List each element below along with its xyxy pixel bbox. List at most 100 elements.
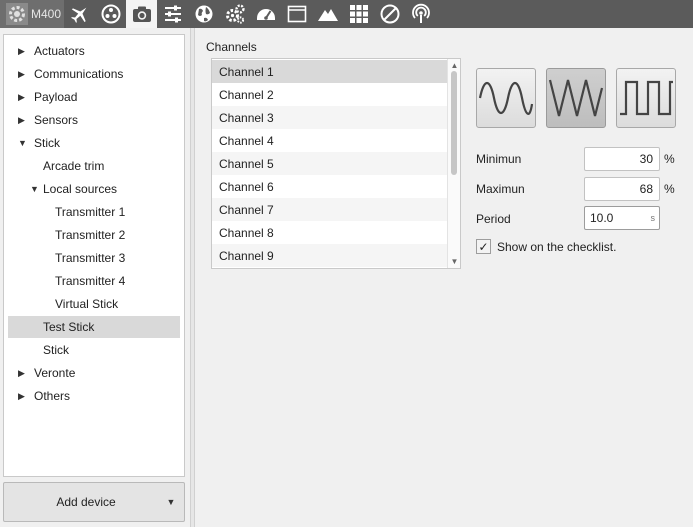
- globe-icon: [195, 5, 212, 23]
- collapse-arrow-icon[interactable]: ▼: [18, 138, 30, 148]
- scroll-up-icon[interactable]: ▲: [448, 61, 460, 70]
- add-device-button[interactable]: Add device ▼: [3, 482, 185, 522]
- triangle-wave-button[interactable]: [546, 68, 606, 128]
- gauge-icon: [256, 9, 275, 20]
- show-on-checklist-checkbox[interactable]: ✓: [476, 239, 491, 254]
- tree-item-transmitter-2[interactable]: Transmitter 2: [8, 224, 180, 246]
- square-wave-icon: [620, 80, 673, 116]
- tree-item-label: Virtual Stick: [55, 297, 119, 311]
- tree-item-virtual-stick[interactable]: Virtual Stick: [8, 293, 180, 315]
- minimum-label: Minimun: [476, 152, 522, 166]
- channel-row[interactable]: Channel 6: [212, 175, 448, 198]
- camera-icon: [132, 6, 151, 22]
- tree-item-label: Actuators: [34, 44, 85, 58]
- tree-item-local-sources[interactable]: ▼ Local sources: [8, 178, 180, 200]
- period-unit: s: [650, 213, 656, 223]
- tree-item-test-stick[interactable]: Test Stick: [8, 316, 180, 338]
- channel-row[interactable]: Channel 7: [212, 198, 448, 221]
- tree-item-label: Payload: [34, 90, 78, 104]
- period-value: 10.0: [590, 211, 614, 225]
- period-input[interactable]: 10.0 s: [584, 206, 660, 230]
- device-selector[interactable]: M400: [0, 0, 64, 28]
- minimum-unit: %: [664, 152, 675, 166]
- tree-item-label: Sensors: [34, 113, 79, 127]
- period-label: Period: [476, 212, 511, 226]
- tree-item-stick-child[interactable]: Stick: [8, 339, 180, 361]
- minimum-input[interactable]: 30: [584, 147, 660, 171]
- channel-row[interactable]: Channel 9: [212, 244, 448, 267]
- tree-item-veronte[interactable]: ▶ Veronte: [8, 362, 180, 384]
- channels-scrollbar[interactable]: ▲ ▼: [447, 59, 460, 268]
- square-wave-button[interactable]: [616, 68, 676, 128]
- gears-icon: [225, 4, 245, 24]
- device-gear-icon: [6, 3, 28, 25]
- toolbar-sliders-button[interactable]: [157, 0, 188, 28]
- expand-arrow-icon[interactable]: ▶: [18, 69, 30, 80]
- toolbar-mountain-button[interactable]: [312, 0, 343, 28]
- tree-item-label: Transmitter 4: [55, 274, 126, 288]
- tree-item-arcade-trim[interactable]: Arcade trim: [8, 155, 180, 177]
- grid-icon: [349, 5, 368, 23]
- tree-item-label: Test Stick: [43, 320, 95, 334]
- expand-arrow-icon[interactable]: ▶: [18, 115, 30, 126]
- tree-item-label: Others: [34, 389, 71, 403]
- channel-row[interactable]: Channel 4: [212, 129, 448, 152]
- sine-wave-icon: [478, 81, 534, 115]
- tree-item-stick[interactable]: ▼ Stick: [8, 132, 180, 154]
- expand-arrow-icon[interactable]: ▶: [18, 92, 30, 103]
- top-toolbar: M400: [0, 0, 693, 28]
- channel-row[interactable]: Channel 2: [212, 83, 448, 106]
- toolbar-gauge-button[interactable]: [250, 0, 281, 28]
- maximum-label: Maximun: [476, 182, 525, 196]
- panel-splitter[interactable]: [190, 28, 195, 527]
- tree-item-communications[interactable]: ▶ Communications: [8, 63, 180, 85]
- collapse-arrow-icon[interactable]: ▼: [30, 184, 42, 194]
- toolbar-forbidden-button[interactable]: [374, 0, 405, 28]
- channels-list: Channel 1 Channel 2 Channel 3 Channel 4 …: [211, 58, 461, 269]
- expand-arrow-icon[interactable]: ▶: [18, 46, 30, 57]
- toolbar-plane-button[interactable]: [64, 0, 95, 28]
- tree-item-label: Transmitter 2: [55, 228, 126, 242]
- maximum-unit: %: [664, 182, 675, 196]
- tree-item-actuators[interactable]: ▶ Actuators: [8, 40, 180, 62]
- toolbar-joystick-button[interactable]: [95, 0, 126, 28]
- scrollbar-thumb[interactable]: [451, 71, 457, 175]
- expand-arrow-icon[interactable]: ▶: [18, 368, 30, 379]
- add-device-label: Add device: [56, 495, 116, 509]
- tree-item-transmitter-1[interactable]: Transmitter 1: [8, 201, 180, 223]
- channel-row[interactable]: Channel 1: [212, 60, 448, 83]
- device-name: M400: [31, 7, 62, 21]
- maximum-input[interactable]: 68: [584, 177, 660, 201]
- signal-icon: [411, 3, 430, 23]
- joystick-icon: [101, 4, 120, 24]
- tree-item-label: Transmitter 3: [55, 251, 126, 265]
- toolbar-camera-button[interactable]: [126, 0, 157, 28]
- toolbar-signal-button[interactable]: [405, 0, 436, 28]
- triangle-wave-icon: [548, 79, 604, 117]
- tree-item-others[interactable]: ▶ Others: [8, 385, 180, 407]
- toolbar-window-button[interactable]: [281, 0, 312, 28]
- tree-item-label: Communications: [34, 67, 124, 81]
- tree-item-transmitter-3[interactable]: Transmitter 3: [8, 247, 180, 269]
- tree-item-payload[interactable]: ▶ Payload: [8, 86, 180, 108]
- channels-title: Channels: [206, 40, 257, 54]
- tree-item-transmitter-4[interactable]: Transmitter 4: [8, 270, 180, 292]
- mountain-icon: [317, 9, 338, 21]
- show-on-checklist-label[interactable]: Show on the checklist.: [497, 240, 616, 254]
- expand-arrow-icon[interactable]: ▶: [18, 391, 30, 402]
- sine-wave-button[interactable]: [476, 68, 536, 128]
- tree-item-label: Arcade trim: [43, 159, 105, 173]
- toolbar-globe-button[interactable]: [188, 0, 219, 28]
- tree-item-sensors[interactable]: ▶ Sensors: [8, 109, 180, 131]
- device-tree-panel: ▶ Actuators ▶ Communications ▶ Payload ▶ Sen…: [3, 34, 185, 477]
- add-device-dropdown-icon[interactable]: ▼: [158, 497, 184, 507]
- toolbar-grid-button[interactable]: [343, 0, 374, 28]
- channel-row[interactable]: Channel 3: [212, 106, 448, 129]
- scroll-down-icon[interactable]: ▼: [448, 257, 460, 266]
- channel-row[interactable]: Channel 8: [212, 221, 448, 244]
- tree-item-label: Local sources: [43, 182, 118, 196]
- sliders-icon: [164, 5, 181, 23]
- channel-row[interactable]: Channel 5: [212, 152, 448, 175]
- window-icon: [287, 5, 306, 23]
- toolbar-gears-button[interactable]: [219, 0, 250, 28]
